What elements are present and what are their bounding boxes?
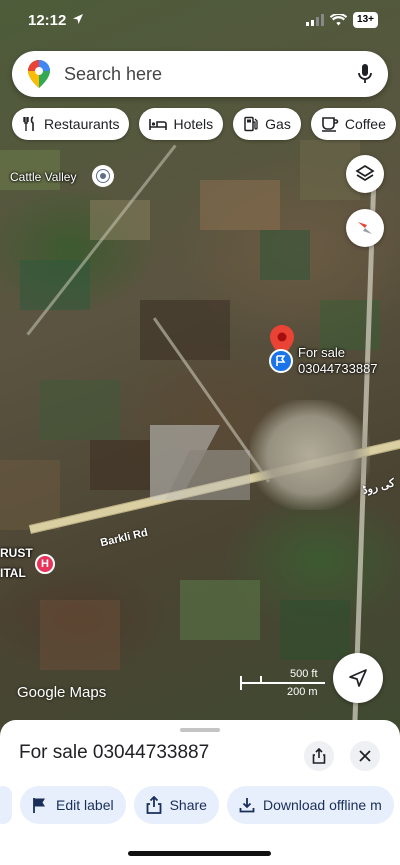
status-bar: 12:12 13+ [0,0,400,44]
map-scale: 500 ft 200 m [240,668,325,698]
navigation-arrow-icon [349,669,367,687]
layers-icon [355,164,375,182]
bottom-sheet[interactable]: For sale 03044733887 Edit label Share Do… [0,720,400,865]
place-label[interactable]: Cattle Valley [10,170,76,184]
pin-title[interactable]: For sale [298,345,345,360]
action-chips: Edit label Share Download offline m [0,786,394,824]
action-label: Download offline m [262,797,382,813]
compass-button[interactable] [346,209,384,247]
action-label: Share [169,797,207,813]
pale-ground [250,400,370,510]
share-button[interactable]: Share [133,786,219,824]
flag-icon [33,798,45,813]
google-maps-pin-icon [28,60,50,88]
hospital-label-1[interactable]: RUST [0,546,33,560]
download-icon [239,798,255,813]
chip-label: Restaurants [44,116,120,132]
layers-button[interactable] [346,155,384,193]
place-marker-icon[interactable] [92,165,114,187]
field [90,440,150,490]
my-location-button[interactable] [333,653,383,703]
share-upload-icon [312,748,326,764]
scale-ft-label: 500 ft [290,668,318,680]
coffee-cup-icon [321,117,339,132]
flag-marker-icon [276,355,286,366]
chip-restaurants[interactable]: Restaurants [12,108,130,140]
pin-phone[interactable]: 03044733887 [298,361,378,376]
close-button[interactable] [350,741,380,771]
gas-pump-icon [244,116,258,132]
wifi-icon [330,14,348,26]
chip-label: Hotels [173,116,214,132]
fork-knife-icon [23,116,34,131]
location-arrow-icon [73,14,83,24]
watermark-logo [150,425,250,500]
share-sheet-button[interactable] [304,741,334,771]
field [200,180,280,230]
category-chips: Restaurants Hotels Gas Coffee [12,108,396,140]
share-icon [146,796,161,814]
cellular-signal-icon [306,14,325,26]
compass-icon [358,222,372,234]
chip-label: Gas [265,116,291,132]
partial-action-button[interactable] [0,786,12,824]
close-icon [359,750,371,762]
chip-hotels[interactable]: Hotels [139,108,224,140]
labeled-place-icon[interactable] [269,349,293,373]
status-time: 12:12 [28,12,67,29]
download-offline-button[interactable]: Download offline m [226,786,394,824]
field [140,300,230,360]
place-title: For sale 03044733887 [19,742,210,763]
chip-gas[interactable]: Gas [233,108,301,140]
microphone-icon[interactable] [358,64,372,84]
field [260,230,310,280]
scale-m-label: 200 m [287,686,318,698]
hospital-label-2[interactable]: ITAL [0,566,26,580]
search-bar[interactable]: Search here [12,51,388,97]
field [40,600,120,670]
hospital-icon[interactable]: H [35,554,55,574]
drag-handle[interactable] [180,728,220,732]
edit-label-button[interactable]: Edit label [20,786,126,824]
google-maps-logo: Google Maps [17,684,107,701]
bed-icon [149,119,168,130]
battery-indicator: 13+ [353,12,378,28]
chip-label: Coffee [344,116,386,132]
field [40,380,120,440]
field [280,600,350,660]
home-indicator [128,851,271,856]
action-label: Edit label [56,797,114,813]
search-input[interactable]: Search here [64,64,358,85]
chip-coffee[interactable]: Coffee [310,108,396,140]
field [180,580,260,640]
field [90,200,150,240]
